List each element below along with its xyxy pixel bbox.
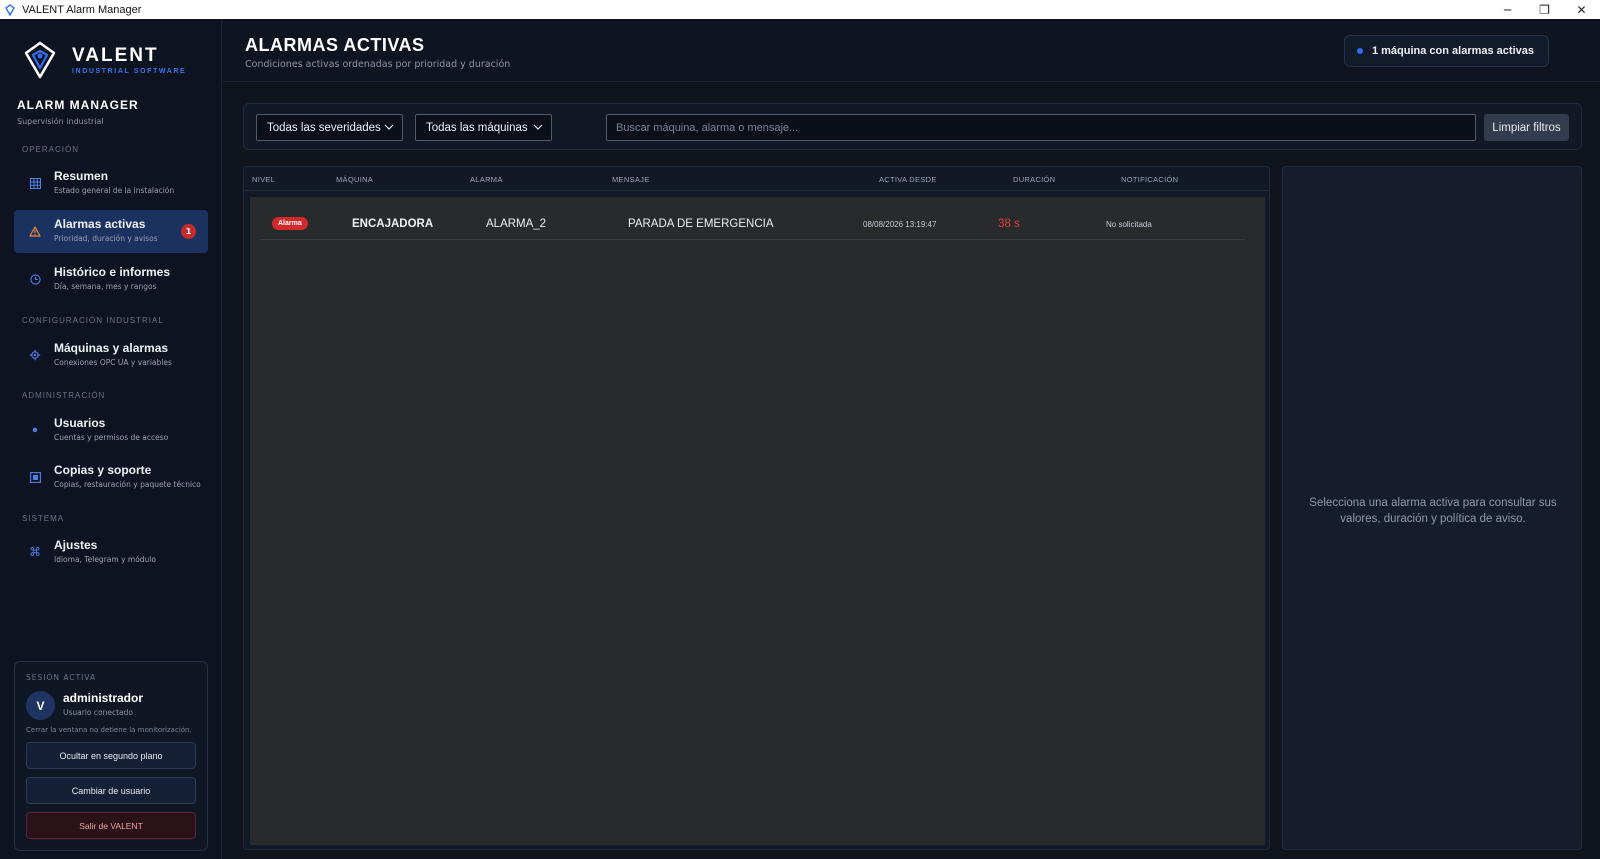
sidebar-item-desc: Día, semana, mes y rangos — [54, 282, 157, 291]
user-status: Usuario conectado — [63, 708, 133, 717]
sidebar-item-title: Ajustes — [54, 538, 98, 552]
column-header-alarm[interactable]: ALARMA — [470, 175, 503, 184]
section-admin: ADMINISTRACIÓN — [22, 391, 106, 400]
sidebar-item-maquinas[interactable]: Máquinas y alarmas Conexiones OPC UA y v… — [14, 334, 208, 377]
app-subtitle: Supervisión industrial — [17, 117, 104, 126]
alarm-detail-panel: Selecciona una alarma activa para consul… — [1282, 166, 1582, 850]
session-panel: SESIÓN ACTIVA V administrador Usuario co… — [14, 661, 208, 851]
column-header-duration[interactable]: DURACIÓN — [1013, 175, 1055, 184]
sidebar-item-desc: Prioridad, duración y avisos — [54, 234, 158, 243]
sidebar-item-title: Histórico e informes — [54, 265, 171, 279]
app-logo-icon — [4, 3, 16, 16]
machine-select[interactable]: Todas las máquinas — [415, 114, 552, 141]
search-input[interactable] — [606, 114, 1476, 141]
alarms-table: NIVEL MÁQUINA ALARMA MENSAJE ACTIVA DESD… — [243, 166, 1270, 850]
exit-button[interactable]: Salir de VALENT — [26, 812, 196, 839]
severity-select-value: Todas las severidades — [267, 121, 381, 134]
machine-select-value: Todas las máquinas — [426, 121, 528, 134]
app-name: ALARM MANAGER — [17, 98, 139, 112]
gear-icon — [28, 348, 42, 362]
backup-icon — [28, 470, 42, 484]
cell-machine: ENCAJADORA — [352, 218, 434, 230]
cell-message: PARADA DE EMERGENCIA — [628, 218, 774, 230]
close-button[interactable]: ✕ — [1563, 0, 1600, 19]
table-header: NIVEL MÁQUINA ALARMA MENSAJE ACTIVA DESD… — [244, 167, 1269, 191]
window-titlebar: VALENT Alarm Manager ─ ❐ ✕ — [0, 0, 1600, 19]
grid-icon — [28, 176, 42, 190]
cell-alarm: ALARMA_2 — [486, 218, 547, 230]
status-dot-icon — [1356, 48, 1363, 54]
section-operation: OPERACIÓN — [22, 145, 80, 154]
sidebar: VALENT INDUSTRIAL SOFTWARE ALARM MANAGER… — [0, 19, 222, 859]
cell-duration: 38 s — [998, 218, 1020, 230]
sidebar-item-title: Usuarios — [54, 416, 106, 430]
maximize-button[interactable]: ❐ — [1526, 0, 1563, 19]
sidebar-item-ajustes[interactable]: ⌘ Ajustes Idioma, Telegram y módulo — [14, 531, 208, 574]
sidebar-item-alarmas-activas[interactable]: Alarmas activas Prioridad, duración y av… — [14, 210, 208, 253]
chevron-down-icon — [533, 124, 543, 130]
sidebar-item-desc: Cuentas y permisos de acceso — [54, 433, 169, 442]
column-header-notification[interactable]: NOTIFICACIÓN — [1121, 175, 1178, 184]
main-header: ALARMAS ACTIVAS Condiciones activas orde… — [223, 19, 1600, 82]
sidebar-item-desc: Conexiones OPC UA y variables — [54, 358, 172, 367]
switch-user-button[interactable]: Cambiar de usuario — [26, 777, 196, 804]
brand-tagline: INDUSTRIAL SOFTWARE — [72, 68, 187, 75]
sidebar-item-title: Alarmas activas — [54, 217, 146, 231]
chevron-down-icon — [384, 124, 394, 130]
cell-since: 08/08/2026 13:19:47 — [863, 220, 937, 229]
user-dot-icon — [28, 423, 42, 437]
command-icon: ⌘ — [29, 545, 41, 559]
column-header-since[interactable]: ACTIVA DESDE — [879, 175, 937, 184]
page-subtitle: Condiciones activas ordenadas por priori… — [245, 59, 511, 70]
clear-filters-button[interactable]: Limpiar filtros — [1484, 114, 1569, 141]
severity-badge: Alarma — [272, 217, 308, 230]
window-title: VALENT Alarm Manager — [22, 3, 142, 16]
clock-icon — [28, 272, 42, 286]
window-controls: ─ ❐ ✕ — [1489, 0, 1600, 19]
sidebar-item-historico[interactable]: Histórico e informes Día, semana, mes y … — [14, 258, 208, 301]
sidebar-item-resumen[interactable]: Resumen Estado general de la instalación — [14, 162, 208, 205]
status-badge: 1 máquina con alarmas activas — [1343, 35, 1549, 67]
column-header-message[interactable]: MENSAJE — [612, 175, 650, 184]
column-header-machine[interactable]: MÁQUINA — [336, 175, 373, 184]
sidebar-item-desc: Copias, restauración y paquete técnico — [54, 480, 201, 489]
user-name: administrador — [63, 691, 144, 705]
cell-notification: No solicitada — [1106, 220, 1152, 229]
sidebar-item-title: Copias y soporte — [54, 463, 152, 477]
table-row[interactable]: Alarma ENCAJADORA ALARMA_2 PARADA DE EME… — [260, 207, 1245, 240]
page-title: ALARMAS ACTIVAS — [245, 35, 425, 55]
section-system: SISTEMA — [22, 514, 65, 523]
sidebar-item-copias[interactable]: Copias y soporte Copias, restauración y … — [14, 456, 208, 499]
alarm-count-badge: 1 — [181, 224, 196, 239]
minimize-button[interactable]: ─ — [1489, 0, 1526, 19]
session-note: Cerrar la ventana no detiene la monitori… — [26, 726, 192, 734]
avatar: V — [26, 691, 55, 720]
column-header-level[interactable]: NIVEL — [252, 175, 275, 184]
sidebar-item-desc: Estado general de la instalación — [54, 186, 175, 195]
sidebar-item-usuarios[interactable]: Usuarios Cuentas y permisos de acceso — [14, 409, 208, 452]
brand-name: VALENT — [72, 45, 159, 66]
warning-icon — [28, 224, 42, 238]
sidebar-item-desc: Idioma, Telegram y módulo — [54, 555, 156, 564]
section-industrial: CONFIGURACIÓN INDUSTRIAL — [22, 316, 164, 325]
table-body: Alarma ENCAJADORA ALARMA_2 PARADA DE EME… — [250, 197, 1265, 845]
brand-logo: VALENT INDUSTRIAL SOFTWARE — [22, 41, 186, 79]
severity-select[interactable]: Todas las severidades — [256, 114, 403, 141]
filter-bar: Todas las severidades Todas las máquinas… — [243, 103, 1582, 150]
status-text: 1 máquina con alarmas activas — [1371, 45, 1534, 57]
sidebar-item-title: Máquinas y alarmas — [54, 341, 169, 355]
session-label: SESIÓN ACTIVA — [26, 673, 97, 682]
hide-background-button[interactable]: Ocultar en segundo plano — [26, 742, 196, 769]
valent-logo-icon — [24, 41, 56, 79]
sidebar-item-title: Resumen — [54, 169, 109, 183]
detail-empty-message: Selecciona una alarma activa para consul… — [1309, 497, 1557, 525]
